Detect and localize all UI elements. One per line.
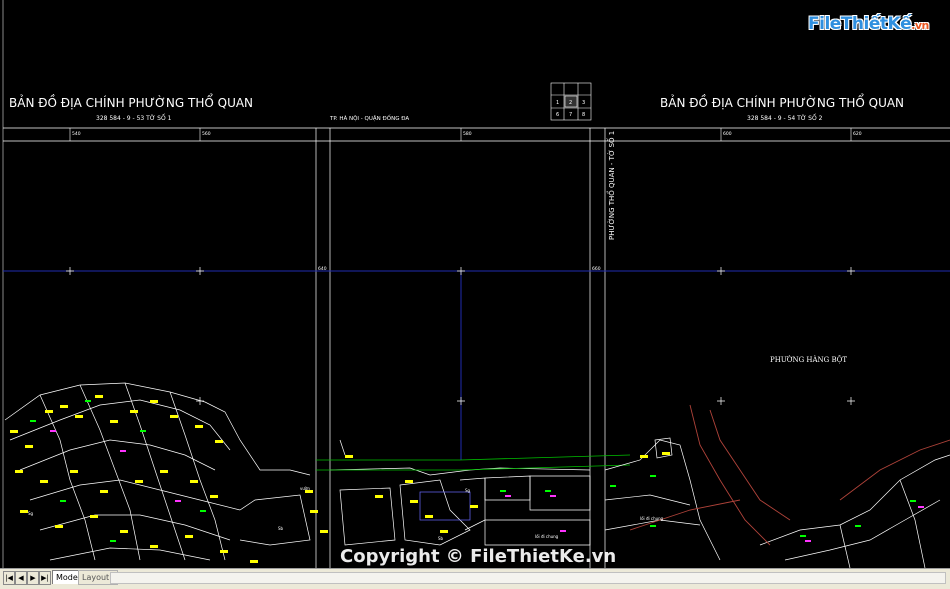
land-parcels-left bbox=[4, 382, 311, 561]
svg-text:6: 6 bbox=[556, 112, 559, 118]
svg-text:Sb: Sb bbox=[438, 536, 444, 541]
city-district-label: TP. HÀ NỘI - QUẬN ĐỐNG ĐA bbox=[329, 114, 409, 122]
vertical-sheet-label: PHƯỜNG THỔ QUAN - TỜ SỐ 1 bbox=[606, 131, 616, 240]
svg-text:3: 3 bbox=[582, 100, 585, 106]
left-sheet-title: BẢN ĐỒ ĐỊA CHÍNH PHƯỜNG THỔ QUAN bbox=[9, 94, 253, 110]
previous-tab-button[interactable]: ◀ bbox=[15, 571, 27, 585]
svg-text:540: 540 bbox=[72, 131, 81, 137]
svg-text:1: 1 bbox=[556, 100, 559, 106]
area-outline-red bbox=[629, 404, 950, 546]
right-sheet-subtitle: 328 584 - 9 - 54 TỜ SỐ 2 bbox=[747, 114, 823, 122]
horizontal-scrollbar[interactable] bbox=[110, 572, 946, 584]
left-sheet-subtitle: 328 584 - 9 - 53 TỜ SỐ 1 bbox=[96, 114, 172, 122]
logo-text: FileThiếtKế.vn bbox=[808, 14, 929, 34]
land-parcels-middle bbox=[329, 439, 591, 546]
parcel-annotations: vườn Sg Sb Sg Sb lối đi chung lối đi chu… bbox=[10, 395, 924, 563]
svg-text:lối đi chung: lối đi chung bbox=[640, 516, 664, 521]
next-tab-button[interactable]: ▶ bbox=[27, 571, 39, 585]
layout-tab-bar: |◀ ◀ ▶ ▶| Model Layout1 bbox=[0, 568, 950, 589]
svg-text:vườn: vườn bbox=[300, 486, 310, 491]
svg-text:560: 560 bbox=[202, 131, 211, 137]
copyright-watermark: Copyright © FileThietKe.vn bbox=[340, 546, 617, 567]
svg-text:lối đi chung: lối đi chung bbox=[535, 534, 559, 539]
land-parcels-right bbox=[604, 437, 950, 568]
last-tab-button[interactable]: ▶| bbox=[39, 571, 51, 585]
svg-text:2: 2 bbox=[569, 100, 572, 106]
svg-text:Sb: Sb bbox=[278, 526, 284, 531]
road-outline bbox=[316, 454, 631, 471]
svg-text:7: 7 bbox=[569, 112, 572, 118]
svg-text:Sg: Sg bbox=[28, 511, 34, 516]
ruler-ticks bbox=[69, 128, 852, 141]
first-tab-button[interactable]: |◀ bbox=[3, 571, 15, 585]
svg-text:Sg: Sg bbox=[465, 488, 471, 493]
sheet-frame bbox=[3, 127, 950, 568]
ruler-labels: 540 560 580 600 620 640 660 bbox=[72, 131, 862, 272]
svg-text:620: 620 bbox=[853, 131, 862, 137]
sheet-index-numbers: 1 3 6 7 8 2 bbox=[556, 100, 585, 118]
drawing-canvas[interactable]: 1 3 6 7 8 2 BẢN ĐỒ ĐỊA CHÍNH PHƯỜNG THỔ … bbox=[0, 0, 950, 568]
logo-suffix: .vn bbox=[911, 19, 929, 32]
right-sheet-title: BẢN ĐỒ ĐỊA CHÍNH PHƯỜNG THỔ QUAN bbox=[660, 94, 904, 110]
area-label-hang-bot: PHƯỜNG HÀNG BỘT bbox=[770, 355, 847, 364]
svg-text:8: 8 bbox=[582, 112, 585, 118]
cad-drawing[interactable]: 1 3 6 7 8 2 BẢN ĐỒ ĐỊA CHÍNH PHƯỜNG THỔ … bbox=[0, 0, 950, 568]
site-logo: FileThiếtKế.vn bbox=[808, 12, 929, 44]
svg-text:600: 600 bbox=[723, 131, 732, 137]
svg-text:580: 580 bbox=[463, 131, 472, 137]
